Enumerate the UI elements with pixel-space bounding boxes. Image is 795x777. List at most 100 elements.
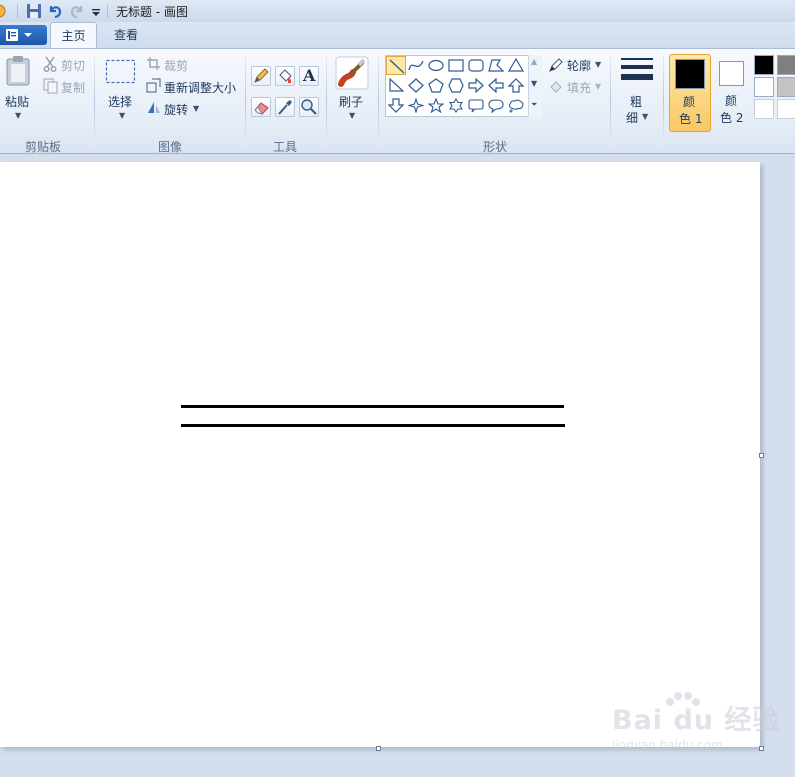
brushes-dropdown-arrow[interactable]: ▼ xyxy=(349,111,355,120)
save-icon[interactable] xyxy=(26,3,42,19)
cloud-callout-shape-icon xyxy=(508,99,524,113)
magnifier-tool[interactable] xyxy=(299,97,319,117)
shape-left-arrow[interactable] xyxy=(486,76,506,95)
paint-app-icon[interactable] xyxy=(0,3,10,19)
shape-curve[interactable] xyxy=(406,56,426,75)
hexagon-shape-icon xyxy=(448,78,464,93)
rounded-rectangle-shape-icon xyxy=(468,59,484,72)
redo-icon[interactable] xyxy=(69,3,85,19)
shapes-scrollbar[interactable]: ▲ ▼ ⏷ xyxy=(528,55,542,117)
shape-line[interactable] xyxy=(386,56,406,75)
color-picker-tool[interactable] xyxy=(275,97,295,117)
shape-pentagon[interactable] xyxy=(426,76,446,95)
shapes-gallery xyxy=(385,55,542,117)
shape-diamond[interactable] xyxy=(406,76,426,95)
fill-button[interactable]: 填充 xyxy=(567,79,591,96)
shape-up-arrow[interactable] xyxy=(506,76,526,95)
tab-home[interactable]: 主页 xyxy=(50,22,97,48)
shape-oval-callout[interactable] xyxy=(486,96,506,115)
expand-gallery-icon[interactable]: ⏷ xyxy=(531,100,537,110)
eraser-tool[interactable] xyxy=(251,97,271,117)
rotate-dropdown-arrow[interactable]: ▼ xyxy=(193,104,199,113)
palette-swatch[interactable] xyxy=(754,55,774,75)
eyedropper-icon xyxy=(278,100,292,115)
scroll-down-icon[interactable]: ▼ xyxy=(531,79,537,88)
fill-tool[interactable] xyxy=(275,66,295,86)
paint-menu-button[interactable] xyxy=(0,25,47,45)
paste-button[interactable]: 粘贴 xyxy=(5,93,29,110)
color1-button[interactable]: 颜 色 1 xyxy=(669,54,711,132)
menu-icon xyxy=(6,29,32,41)
text-tool-icon: A xyxy=(303,66,316,85)
drawn-line[interactable] xyxy=(181,424,565,427)
shape-oval[interactable] xyxy=(426,56,446,75)
fill-bucket-icon xyxy=(279,69,292,83)
customize-quick-access-icon[interactable] xyxy=(90,3,106,19)
ribbon-tab-bar: 主页 查看 xyxy=(0,22,795,48)
pencil-tool[interactable] xyxy=(251,66,271,86)
color2-button[interactable]: 颜 色 2 xyxy=(712,54,754,132)
palette-swatch[interactable] xyxy=(777,55,795,75)
rounded-callout-shape-icon xyxy=(468,99,484,113)
up-arrow-shape-icon xyxy=(508,78,524,93)
shape-hexagon[interactable] xyxy=(446,76,466,95)
down-arrow-shape-icon xyxy=(388,98,404,113)
outline-icon xyxy=(548,57,564,73)
oval-callout-shape-icon xyxy=(488,99,504,113)
shape-down-arrow[interactable] xyxy=(386,96,406,115)
cut-button[interactable]: 剪切 xyxy=(61,57,85,74)
size-label-top[interactable]: 粗 xyxy=(630,93,642,110)
select-button[interactable]: 选择 xyxy=(108,93,132,110)
shape-polygon[interactable] xyxy=(486,56,506,75)
shape-four-point-star[interactable] xyxy=(406,96,426,115)
outline-dropdown-arrow[interactable]: ▼ xyxy=(595,60,601,69)
color1-label-bottom: 色 1 xyxy=(679,112,703,126)
image-group-label: 图像 xyxy=(157,140,182,154)
resize-handle-right[interactable] xyxy=(759,453,764,458)
palette-swatch[interactable] xyxy=(754,77,774,97)
tab-view[interactable]: 查看 xyxy=(101,22,151,48)
resize-button[interactable]: 重新调整大小 xyxy=(164,79,236,96)
size-dropdown-arrow[interactable]: ▼ xyxy=(642,112,648,121)
shape-right-triangle[interactable] xyxy=(386,76,406,95)
brushes-button[interactable]: 刷子 xyxy=(339,93,363,110)
group-divider xyxy=(610,55,611,149)
paste-dropdown-arrow[interactable]: ▼ xyxy=(15,111,21,120)
curve-shape-icon xyxy=(408,60,424,71)
drawn-line[interactable] xyxy=(181,405,564,408)
select-dropdown-arrow[interactable]: ▼ xyxy=(119,111,125,120)
shape-five-point-star[interactable] xyxy=(426,96,446,115)
shape-rectangle[interactable] xyxy=(446,56,466,75)
crop-button[interactable]: 裁剪 xyxy=(164,57,188,74)
fill-dropdown-arrow[interactable]: ▼ xyxy=(595,82,601,91)
text-tool[interactable]: A xyxy=(299,66,319,86)
palette-swatch[interactable] xyxy=(777,77,795,97)
undo-icon[interactable] xyxy=(47,3,63,19)
drawing-canvas[interactable] xyxy=(0,162,760,747)
shape-six-point-star[interactable] xyxy=(446,96,466,115)
window-title: 无标题 - 画图 xyxy=(116,5,188,19)
shapes-group-label: 形状 xyxy=(482,140,507,154)
resize-handle-bottom[interactable] xyxy=(376,746,381,751)
size-label-bottom[interactable]: 细 xyxy=(626,109,638,126)
shape-rounded-callout[interactable] xyxy=(466,96,486,115)
line-size-icon[interactable] xyxy=(620,57,654,85)
shape-cloud-callout[interactable] xyxy=(506,96,526,115)
brush-icon[interactable] xyxy=(335,56,369,90)
eraser-icon xyxy=(254,102,269,115)
right-arrow-shape-icon xyxy=(468,78,484,93)
shape-triangle[interactable] xyxy=(506,56,526,75)
palette-swatch[interactable] xyxy=(754,99,774,119)
shape-right-arrow[interactable] xyxy=(466,76,486,95)
scroll-up-icon[interactable]: ▲ xyxy=(531,57,537,66)
shape-rounded-rectangle[interactable] xyxy=(466,56,486,75)
rotate-button[interactable]: 旋转 xyxy=(164,101,188,118)
rotate-icon xyxy=(146,100,162,115)
outline-button[interactable]: 轮廓 xyxy=(567,57,591,74)
select-icon[interactable] xyxy=(105,59,137,85)
right-triangle-shape-icon xyxy=(389,78,404,92)
copy-button[interactable]: 复制 xyxy=(61,79,85,96)
paste-icon[interactable] xyxy=(5,55,33,87)
palette-swatch[interactable] xyxy=(777,99,795,119)
tools-group-label: 工具 xyxy=(272,140,297,154)
